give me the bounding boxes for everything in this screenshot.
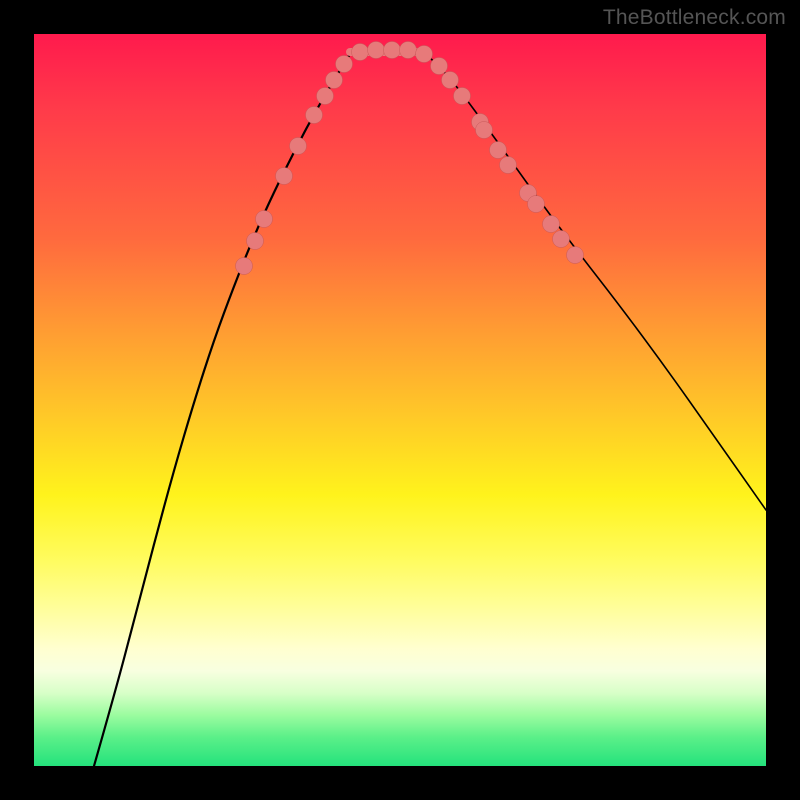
marker-dot xyxy=(431,58,448,75)
chart-svg xyxy=(34,34,766,766)
watermark-text: TheBottleneck.com xyxy=(603,6,786,30)
marker-dot xyxy=(416,46,433,63)
marker-dot xyxy=(276,168,293,185)
marker-dot xyxy=(256,211,273,228)
marker-dot xyxy=(384,42,401,59)
marker-dot xyxy=(306,107,323,124)
marker-dot xyxy=(336,56,353,73)
marker-dot xyxy=(553,231,570,248)
marker-dot xyxy=(442,72,459,89)
marker-dot xyxy=(290,138,307,155)
marker-dot xyxy=(400,42,417,59)
left-curve xyxy=(94,54,350,766)
marker-dot xyxy=(476,122,493,139)
marker-dot xyxy=(352,44,369,61)
marker-dot xyxy=(567,247,584,264)
chart-frame: TheBottleneck.com xyxy=(0,0,800,800)
marker-dot xyxy=(326,72,343,89)
marker-dot xyxy=(236,258,253,275)
marker-dots xyxy=(236,42,584,275)
marker-dot xyxy=(543,216,560,233)
marker-dot xyxy=(490,142,507,159)
marker-dot xyxy=(247,233,264,250)
marker-dot xyxy=(317,88,334,105)
marker-dot xyxy=(454,88,471,105)
marker-dot xyxy=(528,196,545,213)
marker-dot xyxy=(500,157,517,174)
marker-dot xyxy=(368,42,385,59)
